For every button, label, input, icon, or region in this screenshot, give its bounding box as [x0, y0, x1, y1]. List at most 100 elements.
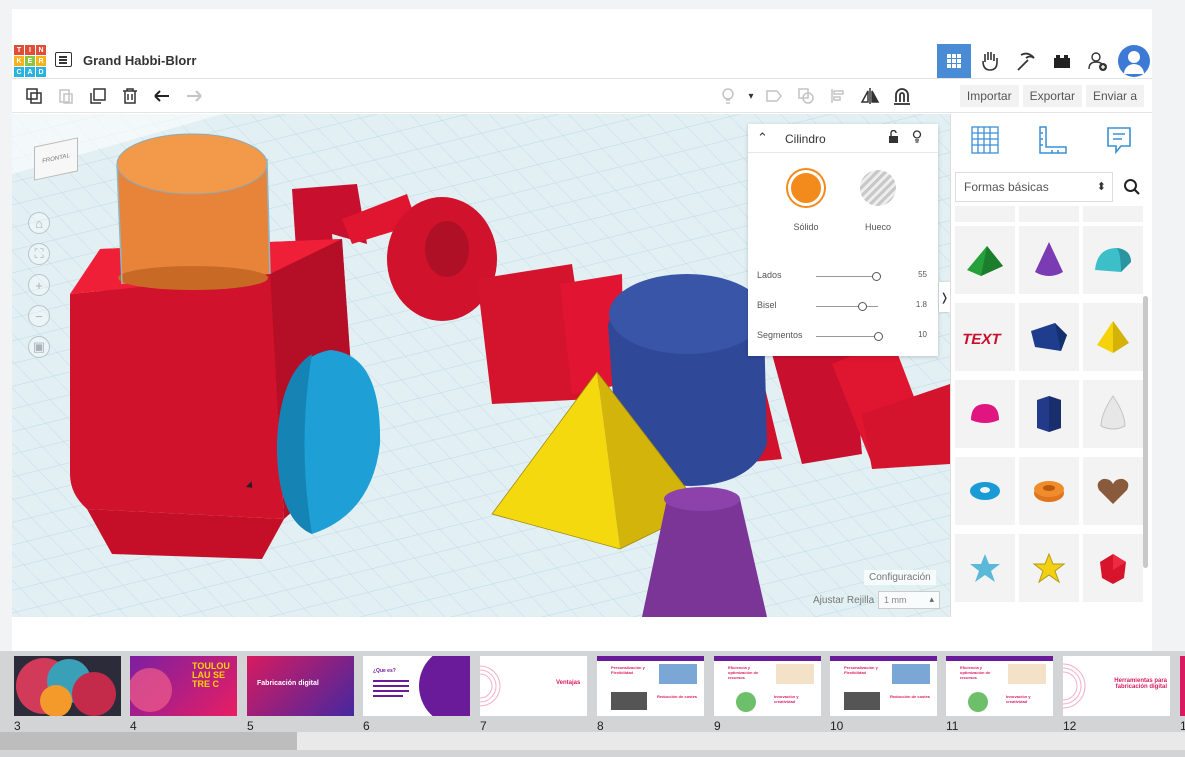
param-value[interactable]: 55 [918, 270, 927, 279]
shape-tile-heart[interactable] [1083, 457, 1143, 525]
slider-track[interactable] [816, 306, 878, 307]
param-value[interactable]: 1.8 [916, 300, 927, 309]
slide-thumb[interactable]: Personalización y Flexibilidad Reducción… [830, 656, 937, 716]
shape-tile-polygon[interactable] [1019, 303, 1079, 371]
lightbulb-icon[interactable] [912, 130, 922, 146]
cruise-button[interactable] [886, 83, 918, 109]
shape-tile-tube[interactable] [1019, 457, 1079, 525]
panel-toggle[interactable]: ❭ [939, 282, 950, 312]
shape-tile-pyramid[interactable] [1083, 303, 1143, 371]
send-to-button[interactable]: Enviar a [1085, 85, 1144, 107]
design-title[interactable]: Grand Habbi-Blorr [83, 53, 196, 68]
shapes-scrollbar[interactable] [1143, 296, 1148, 568]
shape-tile[interactable] [1019, 206, 1079, 222]
notes-tool-button[interactable] [1101, 122, 1137, 158]
slider-knob[interactable] [871, 272, 881, 281]
shape-tile-half-cylinder[interactable] [1083, 226, 1143, 294]
slider-track[interactable] [816, 276, 878, 277]
orange-cylinder[interactable] [116, 133, 271, 290]
slide-thumb[interactable]: Ventajas [480, 656, 587, 716]
shape-tile-torus[interactable] [955, 457, 1015, 525]
add-user-icon [1088, 52, 1107, 71]
solid-color-swatch[interactable] [788, 170, 824, 206]
slide-thumb[interactable]: Eficiencia y optimización de recursos In… [946, 656, 1053, 716]
note-button[interactable] [712, 83, 744, 109]
pyramid-icon [1097, 321, 1129, 353]
home-view-button[interactable]: ⌂ [28, 212, 50, 234]
shape-tile-half-sphere[interactable] [955, 380, 1015, 448]
logo-letter: K [14, 56, 24, 66]
slide-thumb[interactable]: Personalización y Flexibilidad Reducción… [597, 656, 704, 716]
align-button[interactable] [822, 83, 854, 109]
polygon-prism-icon [1031, 323, 1067, 351]
undo-button[interactable] [146, 83, 178, 109]
shape-tile-hexagonal-prism[interactable] [1019, 380, 1079, 448]
import-button[interactable]: Importar [959, 85, 1019, 107]
blocks-button[interactable] [1009, 44, 1043, 78]
slider-track[interactable] [816, 336, 878, 337]
slide-thumb[interactable]: ¿Que es? [363, 656, 470, 716]
top-margin [12, 9, 1152, 43]
slide-number: 3 [14, 719, 21, 733]
slide-thumb[interactable] [1180, 656, 1185, 716]
ruler-tool-button[interactable] [1034, 122, 1070, 158]
shape-tile-paraboloid[interactable] [1083, 380, 1143, 448]
collapse-chevron-icon[interactable]: ⌃ [757, 130, 768, 146]
grid-view-button[interactable] [937, 44, 971, 78]
ungroup-button[interactable] [790, 83, 822, 109]
param-value[interactable]: 10 [918, 330, 927, 339]
zoom-in-button[interactable]: + [28, 274, 50, 296]
export-button[interactable]: Exportar [1022, 85, 1082, 107]
redo-button[interactable] [178, 83, 210, 109]
slide-thumb[interactable]: Eficiencia y optimización de recursos In… [714, 656, 821, 716]
pickaxe-icon [1017, 52, 1035, 71]
logo-letter: A [25, 67, 35, 77]
note-dropdown[interactable]: ▾ [744, 83, 758, 109]
slide-thumb[interactable]: Herramientas para fabricación digital [1063, 656, 1170, 716]
redo-icon [187, 90, 202, 102]
shape-tile[interactable] [1083, 206, 1143, 222]
slide-thumb[interactable]: Fabricación digital [247, 656, 354, 716]
zoom-out-button[interactable]: − [28, 305, 50, 327]
paste-button[interactable] [50, 83, 82, 109]
settings-button[interactable]: Configuración [864, 570, 936, 585]
tinkercad-logo[interactable]: T I N K E R C A D [14, 45, 46, 77]
lock-icon[interactable] [888, 129, 899, 146]
mirror-button[interactable] [854, 83, 886, 109]
shape-tile-star[interactable] [955, 534, 1015, 602]
view-cube[interactable]: FRONTAL [30, 132, 84, 182]
projection-button[interactable]: ▣ [28, 336, 50, 358]
logo-letter: I [25, 45, 35, 55]
slider-knob[interactable] [874, 332, 883, 341]
shape-category-select[interactable]: Formas básicas ⬍ [955, 172, 1113, 202]
design-list-icon[interactable] [55, 52, 72, 67]
fit-view-button[interactable]: ⛶ [28, 243, 50, 265]
bricks-button[interactable] [1045, 44, 1079, 78]
slider-knob[interactable] [857, 302, 867, 311]
snap-grid-select[interactable]: 1 mm [878, 591, 940, 609]
shape-tile[interactable] [955, 206, 1015, 222]
hole-swatch[interactable] [860, 170, 896, 206]
shape-tile-wedge[interactable] [955, 226, 1015, 294]
group-button[interactable] [758, 83, 790, 109]
duplicate-button[interactable] [82, 83, 114, 109]
ruler-icon [1039, 126, 1067, 154]
avatar[interactable] [1118, 45, 1150, 77]
shape-search-button[interactable] [1117, 172, 1147, 202]
sim-lab-button[interactable] [973, 44, 1007, 78]
slide-thumb[interactable] [14, 656, 121, 716]
copy-button[interactable] [18, 83, 50, 109]
shape-tile-cone[interactable] [1019, 226, 1079, 294]
slide-number: 8 [597, 719, 604, 733]
add-user-button[interactable] [1081, 44, 1115, 78]
search-icon [1124, 179, 1140, 195]
shape-tile-icosahedron[interactable] [1083, 534, 1143, 602]
slide-thumb[interactable]: TOULOU LAU SE TRE C [130, 656, 237, 716]
delete-button[interactable] [114, 83, 146, 109]
duplicate-icon [90, 88, 106, 104]
filmstrip-scroll-thumb[interactable] [0, 732, 297, 750]
shape-tile-text[interactable]: TEXT [955, 303, 1015, 371]
slide-number: 12 [1063, 719, 1077, 733]
workplane-tool-button[interactable] [967, 122, 1003, 158]
shape-tile-star-yellow[interactable] [1019, 534, 1079, 602]
